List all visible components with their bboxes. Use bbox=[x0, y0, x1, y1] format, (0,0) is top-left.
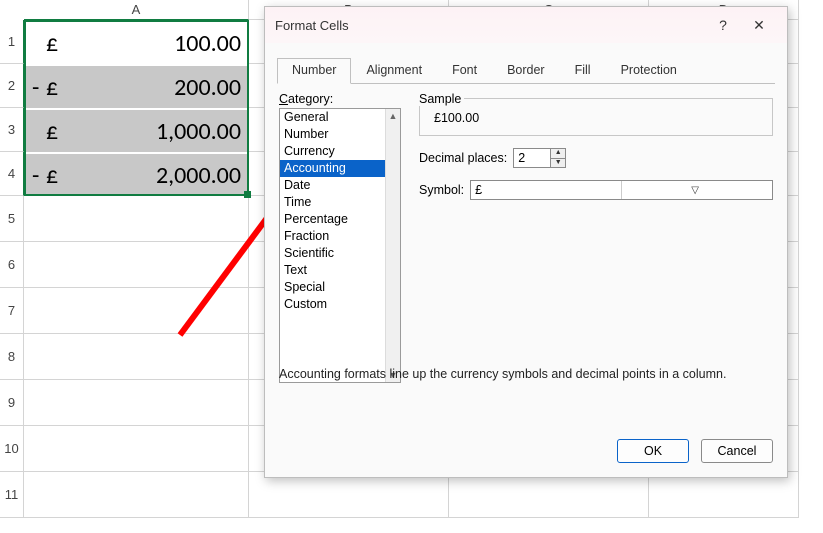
close-button[interactable]: ✕ bbox=[741, 11, 777, 39]
category-scrollbar[interactable]: ▲ ▼ bbox=[385, 109, 400, 382]
currency-sign: £ bbox=[46, 117, 70, 146]
cell-A10[interactable] bbox=[24, 426, 249, 472]
chevron-down-icon[interactable]: ▽ bbox=[621, 181, 768, 199]
category-special[interactable]: Special bbox=[280, 279, 400, 296]
cell-A9[interactable] bbox=[24, 380, 249, 426]
tab-protection[interactable]: Protection bbox=[606, 58, 692, 84]
sample-value: £100.00 bbox=[434, 111, 479, 125]
category-scientific[interactable]: Scientific bbox=[280, 245, 400, 262]
currency-sign: £ bbox=[46, 29, 70, 58]
col-header-A[interactable]: A bbox=[24, 0, 249, 20]
spin-down-icon[interactable]: ▼ bbox=[551, 159, 565, 168]
symbol-select[interactable]: £ ▽ bbox=[470, 180, 773, 200]
cell-number: 1,000.00 bbox=[70, 117, 241, 146]
cell-number: 2,000.00 bbox=[70, 161, 241, 190]
ok-button[interactable]: OK bbox=[617, 439, 689, 463]
cell-B11[interactable] bbox=[249, 472, 449, 518]
row-header-6[interactable]: 6 bbox=[0, 242, 24, 288]
cell-C11[interactable] bbox=[449, 472, 649, 518]
neg-sign: - bbox=[32, 161, 46, 190]
neg-sign: - bbox=[32, 73, 46, 102]
tab-font[interactable]: Font bbox=[437, 58, 492, 84]
category-number[interactable]: Number bbox=[280, 126, 400, 143]
category-accounting[interactable]: Accounting bbox=[280, 160, 400, 177]
format-hint: Accounting formats line up the currency … bbox=[279, 367, 726, 381]
row-header-3[interactable]: 3 bbox=[0, 108, 24, 152]
sample-group: Sample £100.00 bbox=[419, 92, 773, 136]
currency-sign: £ bbox=[46, 73, 70, 102]
value-A4[interactable]: - £ 2,000.00 bbox=[26, 154, 247, 196]
row-header-9[interactable]: 9 bbox=[0, 380, 24, 426]
symbol-label: Symbol: bbox=[419, 183, 464, 197]
category-time[interactable]: Time bbox=[280, 194, 400, 211]
row-header-10[interactable]: 10 bbox=[0, 426, 24, 472]
value-A3[interactable]: £ 1,000.00 bbox=[26, 110, 247, 152]
row-header-1[interactable]: 1 bbox=[0, 20, 24, 64]
decimal-places-label: Decimal places: bbox=[419, 151, 507, 165]
dialog-tabs: Number Alignment Font Border Fill Protec… bbox=[265, 43, 787, 83]
tab-border[interactable]: Border bbox=[492, 58, 560, 84]
spin-up-icon[interactable]: ▲ bbox=[551, 149, 565, 159]
corner-cell[interactable] bbox=[0, 0, 24, 20]
row-header-2[interactable]: 2 bbox=[0, 64, 24, 108]
help-button[interactable]: ? bbox=[705, 11, 741, 39]
row-header-5[interactable]: 5 bbox=[0, 196, 24, 242]
symbol-value: £ bbox=[475, 183, 621, 197]
category-percentage[interactable]: Percentage bbox=[280, 211, 400, 228]
cell-A7[interactable] bbox=[24, 288, 249, 334]
category-list[interactable]: General Number Currency Accounting Date … bbox=[279, 108, 401, 383]
tab-alignment[interactable]: Alignment bbox=[351, 58, 437, 84]
value-A2[interactable]: - £ 200.00 bbox=[26, 66, 247, 108]
row-header-11[interactable]: 11 bbox=[0, 472, 24, 518]
close-icon: ✕ bbox=[753, 17, 765, 34]
format-cells-dialog: Format Cells ? ✕ Number Alignment Font B… bbox=[264, 6, 788, 478]
category-fraction[interactable]: Fraction bbox=[280, 228, 400, 245]
dialog-title: Format Cells bbox=[275, 18, 705, 33]
row-header-7[interactable]: 7 bbox=[0, 288, 24, 334]
cell-A6[interactable] bbox=[24, 242, 249, 288]
cell-A5[interactable] bbox=[24, 196, 249, 242]
row-header-8[interactable]: 8 bbox=[0, 334, 24, 380]
cell-number: 200.00 bbox=[70, 73, 241, 102]
tab-number[interactable]: Number bbox=[277, 58, 351, 84]
category-date[interactable]: Date bbox=[280, 177, 400, 194]
decimal-places-field[interactable] bbox=[514, 149, 550, 167]
row-header-4[interactable]: 4 bbox=[0, 152, 24, 196]
value-A1[interactable]: £ 100.00 bbox=[26, 22, 247, 64]
category-text[interactable]: Text bbox=[280, 262, 400, 279]
cell-A11[interactable] bbox=[24, 472, 249, 518]
category-general[interactable]: General bbox=[280, 109, 400, 126]
currency-sign: £ bbox=[46, 161, 70, 190]
sample-label: Sample bbox=[419, 92, 464, 106]
category-currency[interactable]: Currency bbox=[280, 143, 400, 160]
category-label: Category: bbox=[279, 92, 401, 106]
cell-A8[interactable] bbox=[24, 334, 249, 380]
cell-D11[interactable] bbox=[649, 472, 799, 518]
tab-fill[interactable]: Fill bbox=[560, 58, 606, 84]
category-custom[interactable]: Custom bbox=[280, 296, 400, 313]
scroll-up-icon[interactable]: ▲ bbox=[389, 109, 398, 123]
decimal-places-input[interactable]: ▲ ▼ bbox=[513, 148, 566, 168]
cancel-button[interactable]: Cancel bbox=[701, 439, 773, 463]
cell-number: 100.00 bbox=[70, 29, 241, 58]
dialog-titlebar[interactable]: Format Cells ? ✕ bbox=[265, 7, 787, 43]
